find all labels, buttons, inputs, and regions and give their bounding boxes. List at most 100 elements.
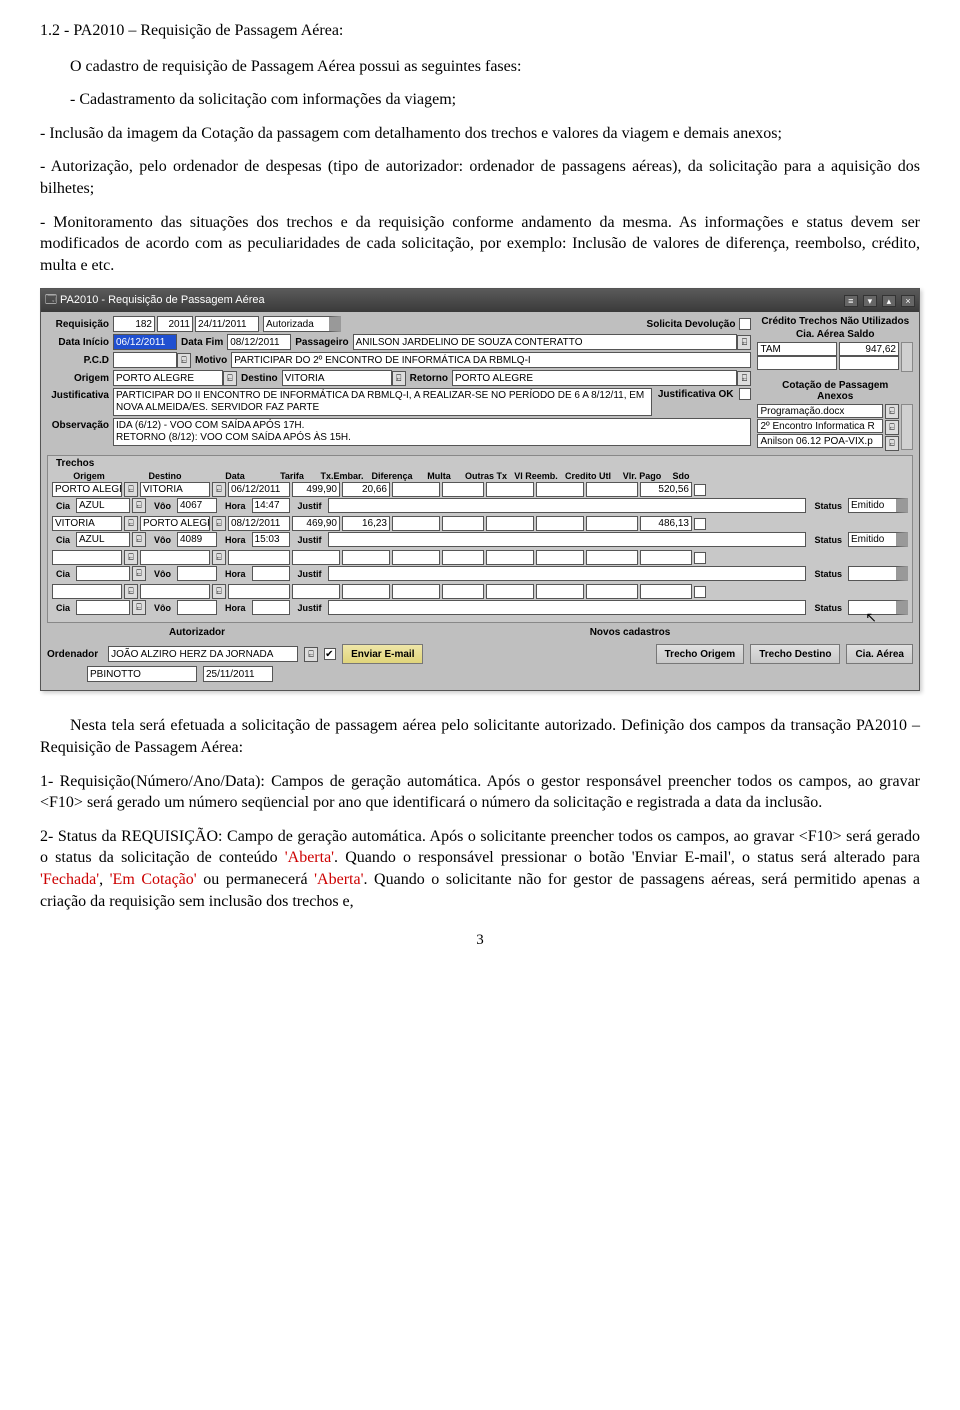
trecho-outras[interactable]: [486, 516, 534, 531]
lookup-passageiro-icon[interactable]: ⍇: [737, 335, 751, 350]
trecho-diferenca[interactable]: [392, 550, 440, 565]
anexo-add-icon-2[interactable]: ⍇: [885, 420, 899, 435]
anexo-1[interactable]: Programação.docx: [757, 404, 883, 418]
credit-scrollbar[interactable]: [901, 342, 913, 372]
trecho-cia[interactable]: AZUL: [76, 498, 130, 513]
trecho-status[interactable]: Emitido: [848, 498, 908, 513]
lookup-trecho-origem-icon[interactable]: ⍇: [124, 482, 138, 497]
trecho-destino-button[interactable]: Trecho Destino: [750, 644, 840, 664]
trecho-cia[interactable]: AZUL: [76, 532, 130, 547]
trecho-diferenca[interactable]: [392, 584, 440, 599]
trecho-txembar[interactable]: [342, 550, 390, 565]
field-origem[interactable]: PORTO ALEGRE: [113, 370, 223, 386]
trecho-multa[interactable]: [442, 482, 484, 497]
trecho-voo[interactable]: 4067: [177, 498, 217, 513]
trecho-tarifa[interactable]: 469,90: [292, 516, 340, 531]
trecho-origem[interactable]: PORTO ALEGR: [52, 482, 122, 497]
anexo-2[interactable]: 2º Encontro Informatica R: [757, 419, 883, 433]
lookup-destino-icon[interactable]: ⍇: [392, 371, 406, 386]
trecho-sdo-checkbox[interactable]: [694, 586, 706, 598]
trecho-vlreemb[interactable]: [536, 516, 584, 531]
trecho-hora[interactable]: [252, 600, 290, 615]
trecho-multa[interactable]: [442, 516, 484, 531]
checkbox-solicita-devolucao[interactable]: [739, 318, 751, 330]
checkbox-ordenador-ok[interactable]: ✔: [324, 648, 336, 660]
trecho-vlrpago[interactable]: [640, 584, 692, 599]
trecho-data[interactable]: [228, 584, 290, 599]
trecho-hora[interactable]: 14:47: [252, 498, 290, 513]
anexo-add-icon-1[interactable]: ⍇: [885, 404, 899, 419]
trecho-origem-button[interactable]: Trecho Origem: [656, 644, 745, 664]
trecho-origem[interactable]: VITORIA: [52, 516, 122, 531]
trecho-credito[interactable]: [586, 550, 638, 565]
anexo-scrollbar[interactable]: [901, 404, 913, 450]
minimize-icon[interactable]: ▾: [863, 295, 877, 307]
enviar-email-button[interactable]: Enviar E-mail: [342, 644, 423, 664]
lookup-retorno-icon[interactable]: ⍇: [737, 371, 751, 386]
field-req-num[interactable]: 182: [113, 316, 155, 332]
field-observacao[interactable]: IDA (6/12) - VOO COM SAÍDA APÓS 17H. RET…: [113, 418, 751, 446]
trecho-destino[interactable]: VITORIA: [140, 482, 210, 497]
field-req-data[interactable]: 24/11/2011: [195, 316, 259, 332]
lookup-trecho-destino-icon[interactable]: ⍇: [212, 482, 226, 497]
lookup-trecho-origem-icon[interactable]: ⍇: [124, 584, 138, 599]
trecho-justif[interactable]: [328, 566, 807, 581]
field-motivo[interactable]: PARTICIPAR DO 2º ENCONTRO DE INFORMÁTICA…: [231, 352, 751, 368]
trecho-vlrpago[interactable]: 520,56: [640, 482, 692, 497]
trecho-outras[interactable]: [486, 550, 534, 565]
trecho-data[interactable]: [228, 550, 290, 565]
trecho-destino[interactable]: [140, 584, 210, 599]
credit-saldo-2[interactable]: [839, 356, 899, 370]
lookup-trecho-origem-icon[interactable]: ⍇: [124, 516, 138, 531]
trecho-cia[interactable]: [76, 600, 130, 615]
lookup-trecho-origem-icon[interactable]: ⍇: [124, 550, 138, 565]
trecho-voo[interactable]: [177, 566, 217, 581]
field-req-ano[interactable]: 2011: [157, 316, 193, 332]
trecho-txembar[interactable]: 20,66: [342, 482, 390, 497]
lookup-cia-icon[interactable]: ⍇: [132, 532, 146, 547]
lookup-cia-icon[interactable]: ⍇: [132, 498, 146, 513]
trecho-destino[interactable]: [140, 550, 210, 565]
trecho-voo[interactable]: [177, 600, 217, 615]
trecho-diferenca[interactable]: [392, 482, 440, 497]
trecho-credito[interactable]: [586, 584, 638, 599]
trecho-credito[interactable]: [586, 516, 638, 531]
trecho-txembar[interactable]: 16,23: [342, 516, 390, 531]
lookup-ordenador-icon[interactable]: ⍇: [304, 647, 318, 662]
credit-cia-2[interactable]: [757, 356, 837, 370]
trecho-justif[interactable]: [328, 532, 807, 547]
trecho-destino[interactable]: PORTO ALEGR: [140, 516, 210, 531]
field-data-inicio[interactable]: 06/12/2011: [113, 334, 177, 350]
cia-aerea-button[interactable]: Cia. Aérea: [846, 644, 913, 664]
anexo-add-icon-3[interactable]: ⍇: [885, 436, 899, 451]
trecho-voo[interactable]: 4089: [177, 532, 217, 547]
field-ordenador[interactable]: JOÃO ALZIRO HERZ DA JORNADA: [108, 646, 298, 662]
trecho-multa[interactable]: [442, 550, 484, 565]
trecho-sdo-checkbox[interactable]: [694, 484, 706, 496]
lookup-trecho-destino-icon[interactable]: ⍇: [212, 584, 226, 599]
field-passageiro[interactable]: ANILSON JARDELINO DE SOUZA CONTERATTO: [353, 334, 738, 350]
field-req-status[interactable]: Autorizada: [263, 316, 341, 332]
trecho-hora[interactable]: [252, 566, 290, 581]
trecho-hora[interactable]: 15:03: [252, 532, 290, 547]
field-data-fim[interactable]: 08/12/2011: [227, 334, 291, 350]
lookup-origem-icon[interactable]: ⍇: [223, 371, 237, 386]
field-destino[interactable]: VITORIA: [282, 370, 392, 386]
checkbox-justificativa-ok[interactable]: [739, 388, 751, 400]
trecho-status[interactable]: Emitido: [848, 532, 908, 547]
credit-cia-1[interactable]: TAM: [757, 342, 837, 356]
lookup-pcd-icon[interactable]: ⍇: [177, 353, 191, 368]
trecho-sdo-checkbox[interactable]: [694, 518, 706, 530]
trecho-origem[interactable]: [52, 550, 122, 565]
trecho-justif[interactable]: [328, 600, 807, 615]
credit-saldo-1[interactable]: 947,62: [839, 342, 899, 356]
trecho-diferenca[interactable]: [392, 516, 440, 531]
field-justificativa[interactable]: PARTICIPAR DO II ENCONTRO DE INFORMÁTICA…: [113, 388, 652, 416]
anexo-3[interactable]: Anilson 06.12 POA-VIX.p: [757, 434, 883, 448]
lookup-cia-icon[interactable]: ⍇: [132, 566, 146, 581]
lookup-cia-icon[interactable]: ⍇: [132, 600, 146, 615]
trecho-multa[interactable]: [442, 584, 484, 599]
field-pcd[interactable]: [113, 352, 177, 368]
trecho-vlreemb[interactable]: [536, 584, 584, 599]
trecho-sdo-checkbox[interactable]: [694, 552, 706, 564]
